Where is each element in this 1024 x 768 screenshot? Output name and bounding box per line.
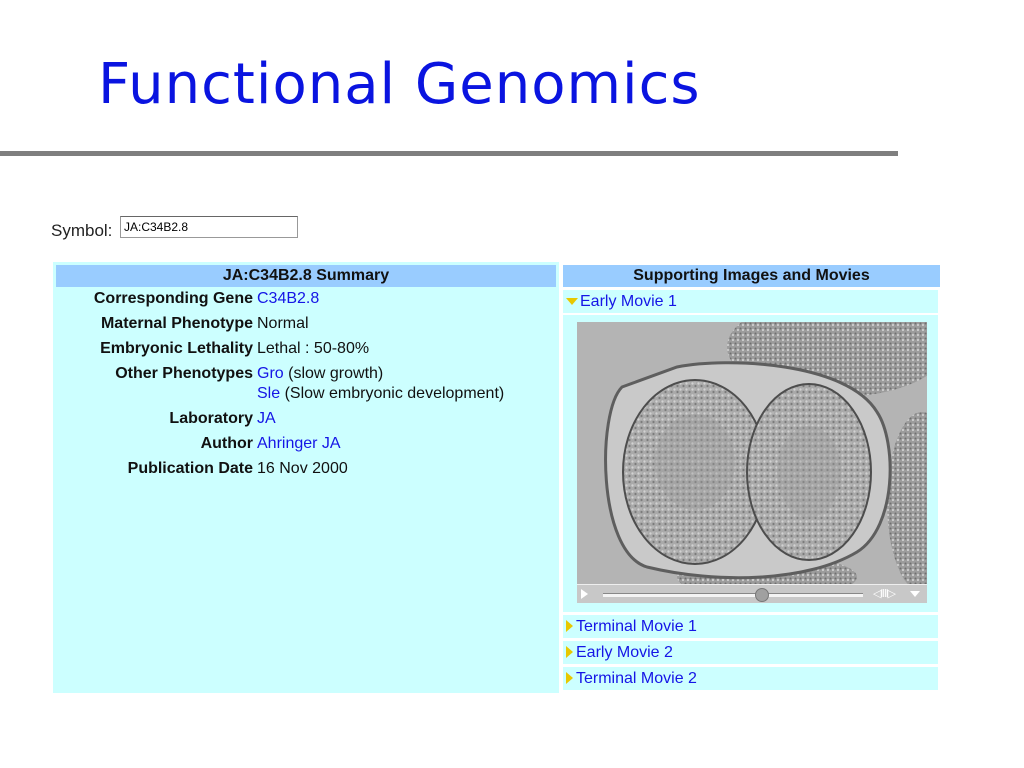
chevron-right-icon [566,646,573,658]
maternal-phenotype-value: Normal [257,315,309,332]
title-divider [0,151,898,156]
sle-phenotype-description: (Slow embryonic development) [280,385,505,402]
menu-dropdown-icon[interactable] [910,591,920,597]
table-row: Other Phenotypes Gro (slow growth) Sle (… [53,363,506,408]
laboratory-label: Laboratory [169,410,253,427]
table-row: Corresponding Gene C34B2.8 [53,288,506,313]
chevron-down-icon [566,298,578,305]
video-player: ◁‖‖▷ [563,315,938,612]
media-item-early-movie-2[interactable]: Early Movie 2 [563,641,938,664]
embryo-image[interactable] [577,322,927,584]
embryonic-lethality-value: Lethal : 50-80% [257,340,370,357]
video-controls: ◁‖‖▷ [577,584,927,603]
gro-phenotype-description: (slow growth) [283,365,384,382]
embryonic-lethality-label: Embryonic Lethality [100,340,253,357]
seek-bar[interactable] [603,593,863,597]
seek-handle[interactable] [755,588,769,602]
table-row: Maternal Phenotype Normal [53,313,506,338]
summary-table: Corresponding Gene C34B2.8 Maternal Phen… [53,288,506,483]
symbol-label: Symbol: [51,221,113,240]
author-label: Author [200,435,253,452]
table-row: Author Ahringer JA [53,433,506,458]
sle-phenotype-link[interactable]: Sle [257,385,280,402]
media-item-label: Early Movie 1 [580,293,677,310]
gro-phenotype-link[interactable]: Gro [257,365,284,382]
author-link[interactable]: Ahringer JA [257,435,341,452]
summary-header: JA:C34B2.8 Summary [56,265,556,287]
publication-date-label: Publication Date [127,460,253,477]
slide-title: Functional Genomics [98,52,701,117]
table-row: Laboratory JA [53,408,506,433]
table-row: Publication Date 16 Nov 2000 [53,458,506,483]
summary-panel: JA:C34B2.8 Summary Corresponding Gene C3… [53,262,559,693]
play-icon[interactable] [581,589,588,599]
other-phenotypes-label: Other Phenotypes [115,365,253,382]
media-header: Supporting Images and Movies [563,265,940,287]
media-item-terminal-movie-2[interactable]: Terminal Movie 2 [563,667,938,690]
chevron-right-icon [566,672,573,684]
media-item-label: Early Movie 2 [576,644,673,661]
step-controls-icon[interactable]: ◁‖‖▷ [873,587,896,600]
table-row: Embryonic Lethality Lethal : 50-80% [53,338,506,363]
corresponding-gene-label: Corresponding Gene [93,290,253,307]
publication-date-value: 16 Nov 2000 [257,460,348,477]
corresponding-gene-link[interactable]: C34B2.8 [257,290,319,307]
media-item-label: Terminal Movie 1 [576,618,697,635]
symbol-input[interactable] [120,216,298,238]
chevron-right-icon [566,620,573,632]
media-item-terminal-movie-1[interactable]: Terminal Movie 1 [563,615,938,638]
media-item-label: Terminal Movie 2 [576,670,697,687]
laboratory-link[interactable]: JA [257,410,276,427]
media-item-early-movie-1[interactable]: Early Movie 1 [563,290,938,313]
media-panel: Supporting Images and Movies Early Movie… [561,262,942,693]
maternal-phenotype-label: Maternal Phenotype [100,315,253,332]
